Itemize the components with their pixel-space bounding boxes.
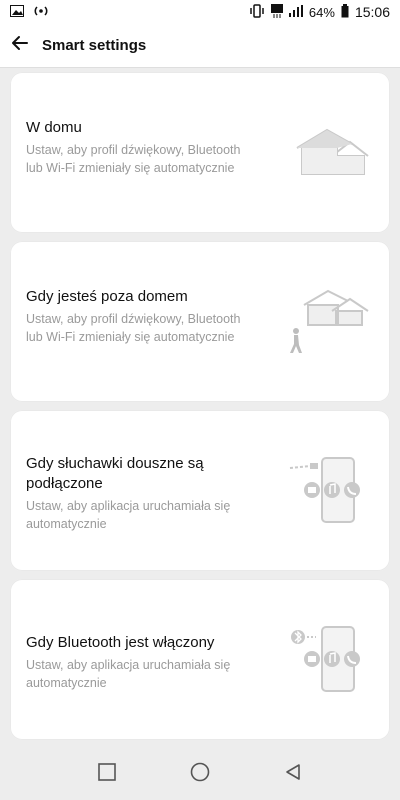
back-icon [284,763,302,786]
home-icon [190,762,210,787]
hotspot-icon [34,4,48,21]
vibrate-icon [249,3,265,21]
house-icon [292,126,372,185]
card-description: Ustaw, aby profil dźwiękowy, Bluetooth l… [26,312,241,344]
card-title: Gdy jesteś poza domem [26,288,188,305]
card-earphones-connected[interactable]: Gdy słuchawki douszne są podłączone Usta… [10,410,390,571]
card-text: W domu Ustaw, aby profil dźwiękowy, Blue… [26,118,246,177]
signal-icon [288,4,303,20]
navigation-bar [0,748,400,800]
page-title: Smart settings [42,37,147,54]
card-title: Gdy słuchawki douszne są podłączone [26,455,204,492]
card-away-from-home[interactable]: Gdy jesteś poza domem Ustaw, aby profil … [10,241,390,402]
status-left [10,4,48,21]
app-bar: Smart settings [0,24,400,68]
recent-apps-button[interactable] [87,754,127,794]
card-description: Ustaw, aby aplikacja uruchamiała się aut… [26,499,231,531]
card-text: Gdy słuchawki douszne są podłączone Usta… [26,454,246,533]
status-bar: 64% 15:06 [0,0,400,24]
card-description: Ustaw, aby profil dźwiękowy, Bluetooth l… [26,143,241,175]
gallery-icon [10,4,24,20]
card-description: Ustaw, aby aplikacja uruchamiała się aut… [26,658,231,690]
recent-apps-icon [97,762,116,786]
card-at-home[interactable]: W domu Ustaw, aby profil dźwiękowy, Blue… [10,72,390,233]
card-text: Gdy jesteś poza domem Ustaw, aby profil … [26,287,246,346]
card-title: W domu [26,119,82,136]
status-right: 64% 15:06 [249,3,390,21]
lte-icon [270,3,283,21]
card-title: Gdy Bluetooth jest włączony [26,634,215,651]
bluetooth-phone-icon [288,625,372,700]
home-button[interactable] [180,754,220,794]
back-arrow-icon [11,34,29,57]
clock: 15:06 [354,4,390,20]
battery-icon [341,3,349,21]
card-bluetooth-on[interactable]: Gdy Bluetooth jest włączony Ustaw, aby a… [10,579,390,740]
back-nav-button[interactable] [273,754,313,794]
card-text: Gdy Bluetooth jest włączony Ustaw, aby a… [26,633,246,692]
walking-away-house-icon [288,287,372,362]
earphones-phone-icon [288,456,372,531]
smart-settings-list: W domu Ustaw, aby profil dźwiękowy, Blue… [10,72,390,748]
battery-percent: 64% [308,4,335,20]
back-button[interactable] [0,24,40,68]
